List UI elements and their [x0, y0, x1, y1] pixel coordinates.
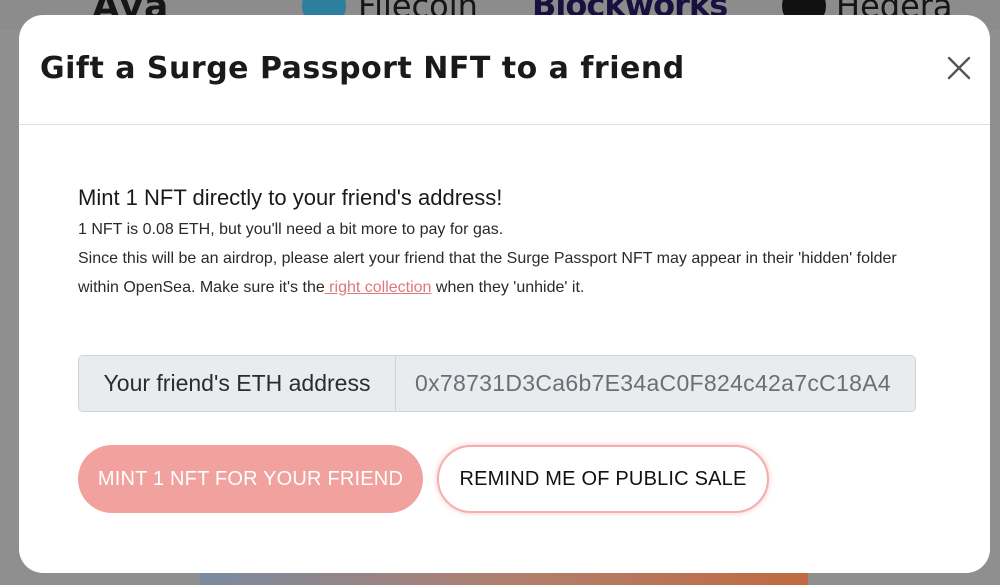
right-collection-link[interactable]: right collection	[325, 279, 431, 296]
address-label: Your friend's ETH address	[79, 356, 396, 411]
mint-heading: Mint 1 NFT directly to your friend's add…	[78, 185, 503, 210]
airdrop-info-tail: when they 'unhide' it.	[431, 279, 585, 296]
modal-header: Gift a Surge Passport NFT to a friend	[19, 15, 990, 125]
mint-for-friend-button[interactable]: MINT 1 NFT FOR YOUR FRIEND	[78, 445, 423, 513]
close-button[interactable]	[946, 55, 972, 81]
address-input-group: Your friend's ETH address	[78, 355, 916, 412]
action-buttons: MINT 1 NFT FOR YOUR FRIEND REMIND ME OF …	[78, 445, 769, 513]
eth-address-input[interactable]	[396, 356, 915, 411]
close-icon	[947, 56, 971, 80]
modal-body: Mint 1 NFT directly to your friend's add…	[78, 185, 918, 302]
gift-modal: Gift a Surge Passport NFT to a friend Mi…	[19, 15, 990, 573]
remind-public-sale-button[interactable]: REMIND ME OF PUBLIC SALE	[437, 445, 769, 513]
modal-title: Gift a Surge Passport NFT to a friend	[40, 51, 685, 86]
price-info: 1 NFT is 0.08 ETH, but you'll need a bit…	[78, 221, 504, 238]
airdrop-info: Since this will be an airdrop, please al…	[78, 244, 918, 302]
